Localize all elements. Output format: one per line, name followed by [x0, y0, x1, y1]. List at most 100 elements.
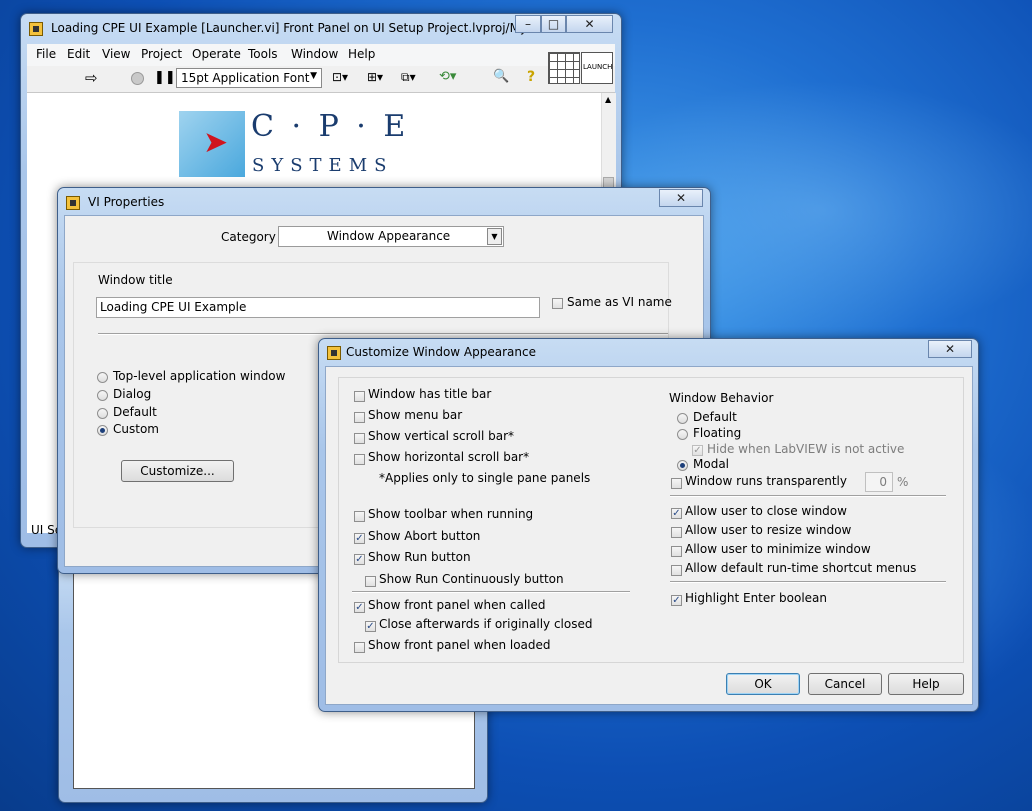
distribute-objects-icon[interactable]: ⊞▾ — [367, 70, 383, 84]
divider — [98, 333, 668, 335]
close-afterwards-label: Close afterwards if originally closed — [379, 617, 593, 631]
menu-view[interactable]: View — [102, 44, 130, 64]
behavior-modal-label: Modal — [693, 457, 729, 471]
align-objects-icon[interactable]: ⊡▾ — [332, 70, 348, 84]
search-icon[interactable]: 🔍 — [493, 69, 509, 84]
menu-window[interactable]: Window — [291, 44, 338, 64]
pause-icon[interactable]: ❚❚ — [154, 70, 176, 85]
window-runs-transparently-checkbox[interactable] — [671, 478, 682, 489]
scroll-up-arrow[interactable]: ▲ — [605, 95, 611, 104]
allow-shortcut-menus-checkbox[interactable] — [671, 565, 682, 576]
scroll-bar-note: *Applies only to single pane panels — [379, 471, 591, 485]
show-front-panel-when-loaded-label: Show front panel when loaded — [368, 638, 551, 652]
logo-subtitle: SYSTEMS — [252, 155, 394, 176]
show-vertical-scroll-bar-checkbox[interactable] — [354, 433, 365, 444]
divider — [352, 591, 630, 593]
show-run-continuously-checkbox[interactable] — [365, 576, 376, 587]
window-has-title-bar-checkbox[interactable] — [354, 391, 365, 402]
menu-file[interactable]: File — [36, 44, 56, 64]
vi-properties-title: VI Properties — [88, 195, 165, 209]
menu-project[interactable]: Project — [141, 44, 182, 64]
transparency-input[interactable]: 0 — [865, 472, 893, 492]
show-abort-button-label: Show Abort button — [368, 529, 481, 543]
cancel-button[interactable]: Cancel — [808, 673, 882, 695]
allow-resize-checkbox[interactable] — [671, 527, 682, 538]
customize-dialog-titlebar[interactable]: Customize Window Appearance ✕ — [319, 339, 978, 367]
highlight-enter-boolean-checkbox[interactable]: ✓ — [671, 595, 682, 606]
radio-top-level-window[interactable] — [97, 372, 108, 383]
options-frame: Window has title bar Show menu bar Show … — [338, 377, 964, 663]
resize-objects-icon[interactable]: ⧉▾ — [401, 70, 416, 85]
close-button[interactable]: ✕ — [659, 189, 703, 207]
show-toolbar-checkbox[interactable] — [354, 511, 365, 522]
behavior-floating-radio[interactable] — [677, 429, 688, 440]
toolbar: ⇨ ❚❚ 15pt Application Font ▼ ⊡▾ ⊞▾ ⧉▾ ⟲▾… — [27, 66, 615, 93]
show-toolbar-label: Show toolbar when running — [368, 507, 534, 521]
divider — [670, 495, 946, 497]
reorder-icon[interactable]: ⟲▾ — [439, 69, 456, 84]
menu-operate[interactable]: Operate — [192, 44, 241, 64]
hide-when-inactive-checkbox[interactable]: ✓ — [692, 445, 703, 456]
labview-app-icon — [29, 22, 43, 36]
vi-icon[interactable]: LAUNCH — [581, 52, 613, 84]
radio-custom[interactable] — [97, 425, 108, 436]
show-horizontal-scroll-bar-label: Show horizontal scroll bar* — [368, 450, 530, 464]
abort-icon[interactable] — [131, 72, 144, 85]
radio-dialog[interactable] — [97, 390, 108, 401]
connector-pane[interactable] — [548, 52, 580, 84]
window-has-title-bar-label: Window has title bar — [368, 387, 492, 401]
menu-edit[interactable]: Edit — [67, 44, 90, 64]
close-afterwards-checkbox[interactable]: ✓ — [365, 621, 376, 632]
cpe-logo: ➤ — [179, 111, 245, 177]
radio-label-custom: Custom — [113, 422, 159, 436]
behavior-modal-radio[interactable] — [677, 460, 688, 471]
customize-window-appearance-dialog: Customize Window Appearance ✕ Window has… — [318, 338, 979, 712]
font-selector[interactable]: 15pt Application Font ▼ — [176, 68, 322, 88]
help-button[interactable]: Help — [888, 673, 964, 695]
chevron-down-icon[interactable]: ▼ — [487, 228, 502, 245]
close-button[interactable]: ✕ — [566, 15, 613, 33]
allow-close-checkbox[interactable]: ✓ — [671, 508, 682, 519]
transparency-unit: % — [897, 475, 909, 489]
radio-label-top-level: Top-level application window — [113, 369, 286, 383]
front-panel-titlebar[interactable]: Loading CPE UI Example [Launcher.vi] Fro… — [21, 14, 621, 42]
show-abort-button-checkbox[interactable]: ✓ — [354, 533, 365, 544]
show-vertical-scroll-bar-label: Show vertical scroll bar* — [368, 429, 514, 443]
divider — [670, 581, 946, 583]
vi-properties-titlebar[interactable]: VI Properties ✕ — [58, 188, 710, 216]
same-as-vi-name-checkbox[interactable] — [552, 298, 563, 309]
radio-default[interactable] — [97, 408, 108, 419]
category-value: Window Appearance — [327, 229, 451, 243]
transparency-value: 0 — [879, 475, 887, 489]
behavior-floating-label: Floating — [693, 426, 742, 440]
menu-help[interactable]: Help — [348, 44, 375, 64]
window-title-field[interactable]: Loading CPE UI Example — [96, 297, 540, 318]
window-title-label: Window title — [98, 273, 173, 287]
customize-button[interactable]: Customize... — [121, 460, 234, 482]
front-panel-title: Loading CPE UI Example [Launcher.vi] Fro… — [51, 21, 570, 35]
window-runs-transparently-label: Window runs transparently — [685, 474, 847, 488]
show-front-panel-when-called-label: Show front panel when called — [368, 598, 546, 612]
show-run-continuously-label: Show Run Continuously button — [379, 572, 564, 586]
show-run-button-checkbox[interactable]: ✓ — [354, 554, 365, 565]
allow-resize-label: Allow user to resize window — [685, 523, 852, 537]
close-button[interactable]: ✕ — [928, 340, 972, 358]
category-dropdown[interactable]: Window Appearance ▼ — [278, 226, 504, 247]
behavior-default-radio[interactable] — [677, 413, 688, 424]
menu-bar: File Edit View Project Operate Tools Win… — [27, 44, 615, 66]
run-arrow-icon[interactable]: ⇨ — [85, 69, 98, 87]
show-menu-bar-checkbox[interactable] — [354, 412, 365, 423]
radio-label-default: Default — [113, 405, 157, 419]
show-horizontal-scroll-bar-checkbox[interactable] — [354, 454, 365, 465]
show-front-panel-when-loaded-checkbox[interactable] — [354, 642, 365, 653]
font-selector-value: 15pt Application Font — [181, 71, 310, 85]
minimize-button[interactable]: – — [515, 15, 541, 33]
hide-when-inactive-label: Hide when LabVIEW is not active — [707, 442, 905, 456]
ok-button[interactable]: OK — [726, 673, 800, 695]
show-front-panel-when-called-checkbox[interactable]: ✓ — [354, 602, 365, 613]
same-as-vi-name-label: Same as VI name — [567, 295, 672, 309]
context-help-icon[interactable]: ? — [527, 69, 535, 85]
allow-minimize-checkbox[interactable] — [671, 546, 682, 557]
maximize-button[interactable]: □ — [541, 15, 566, 33]
menu-tools[interactable]: Tools — [248, 44, 278, 64]
